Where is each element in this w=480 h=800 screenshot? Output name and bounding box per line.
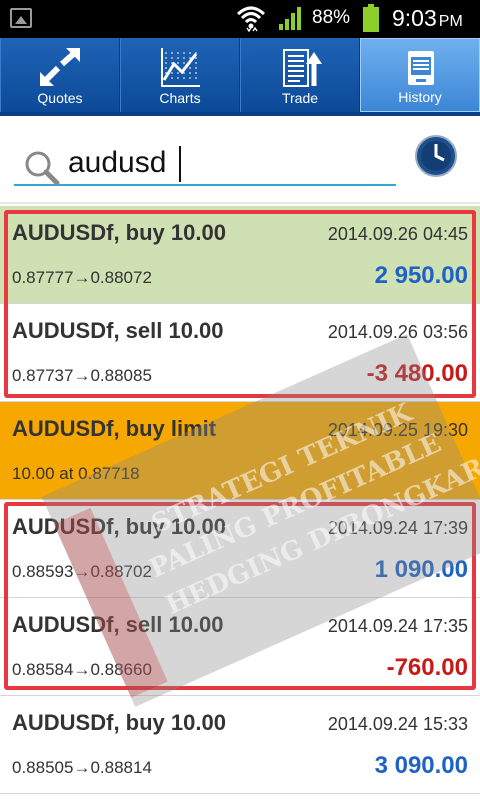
deal-profit: 1 090.00 xyxy=(374,556,468,583)
trade-doc-icon xyxy=(283,49,322,87)
deal-date: 2014.09.26 03:56 xyxy=(327,322,468,342)
list-item[interactable]: AUDUSDf, buy 10.00 2014.09.24 15:33 0.88… xyxy=(0,696,480,794)
deal-profit: -3 480.00 xyxy=(366,360,468,387)
tab-bar: Quotes Charts Trade History xyxy=(0,38,480,116)
history-icon xyxy=(408,51,434,85)
tab-trade[interactable]: Trade xyxy=(240,38,360,112)
order-date: 2014.09.25 19:30 xyxy=(327,420,468,440)
status-bar: 88% 9:03 PM xyxy=(0,0,480,38)
deal-prices: 0.88505→0.88814 xyxy=(12,758,152,777)
chart-line-icon xyxy=(161,48,200,87)
deal-title: AUDUSDf, sell 10.00 xyxy=(12,612,224,637)
tab-history[interactable]: History xyxy=(360,38,480,112)
deal-date: 2014.09.24 15:33 xyxy=(327,714,468,734)
list-item[interactable]: AUDUSDf, sell 10.00 2014.09.24 17:35 0.8… xyxy=(0,598,480,696)
deal-title: AUDUSDf, buy 10.00 xyxy=(12,220,226,245)
history-list: AUDUSDf, buy 10.00 2014.09.26 04:45 0.87… xyxy=(0,206,480,794)
list-item[interactable]: AUDUSDf, sell 10.00 2014.09.26 03:56 0.8… xyxy=(0,304,480,402)
order-details: 10.00 at 0.87718 xyxy=(12,464,140,483)
battery-percent: 88% xyxy=(312,7,351,28)
deal-profit: 3 090.00 xyxy=(374,752,468,779)
search-field[interactable] xyxy=(14,138,396,186)
battery-icon xyxy=(363,4,379,32)
wifi-icon xyxy=(236,6,266,32)
deal-prices: 0.88584→0.88660 xyxy=(12,660,152,679)
tab-charts[interactable]: Charts xyxy=(120,38,240,112)
deal-title: AUDUSDf, buy 10.00 xyxy=(12,710,226,735)
tab-label-trade: Trade xyxy=(281,90,319,106)
deal-title: AUDUSDf, buy 10.00 xyxy=(12,514,226,539)
deal-prices: 0.88593→0.88702 xyxy=(12,562,152,581)
tab-quotes[interactable]: Quotes xyxy=(0,38,120,112)
tab-label-charts: Charts xyxy=(159,90,201,106)
list-item[interactable]: AUDUSDf, buy 10.00 2014.09.26 04:45 0.87… xyxy=(0,206,480,304)
deal-date: 2014.09.26 04:45 xyxy=(327,224,468,244)
status-time: 9:03 PM xyxy=(392,5,463,31)
search-input[interactable] xyxy=(68,144,388,182)
deal-date: 2014.09.24 17:35 xyxy=(327,616,468,636)
order-title: AUDUSDf, buy limit xyxy=(12,416,217,441)
deal-profit: -760.00 xyxy=(386,654,468,681)
image-notification-icon xyxy=(10,8,32,28)
search-bar xyxy=(0,120,480,204)
tab-label-quotes: Quotes xyxy=(37,90,83,106)
deal-date: 2014.09.24 17:39 xyxy=(327,518,468,538)
search-icon xyxy=(25,151,60,186)
quotes-arrows-icon xyxy=(39,47,80,87)
clock-icon[interactable] xyxy=(414,134,458,178)
tab-label-history: History xyxy=(398,89,442,105)
signal-icon xyxy=(279,7,301,30)
deal-prices: 0.87777→0.88072 xyxy=(12,268,152,287)
deal-profit: 2 950.00 xyxy=(374,262,468,289)
deal-prices: 0.87737→0.88085 xyxy=(12,366,152,385)
list-item[interactable]: AUDUSDf, buy limit 2014.09.25 19:30 10.0… xyxy=(0,402,480,500)
list-item[interactable]: AUDUSDf, buy 10.00 2014.09.24 17:39 0.88… xyxy=(0,500,480,598)
text-cursor xyxy=(179,146,181,182)
deal-title: AUDUSDf, sell 10.00 xyxy=(12,318,224,343)
